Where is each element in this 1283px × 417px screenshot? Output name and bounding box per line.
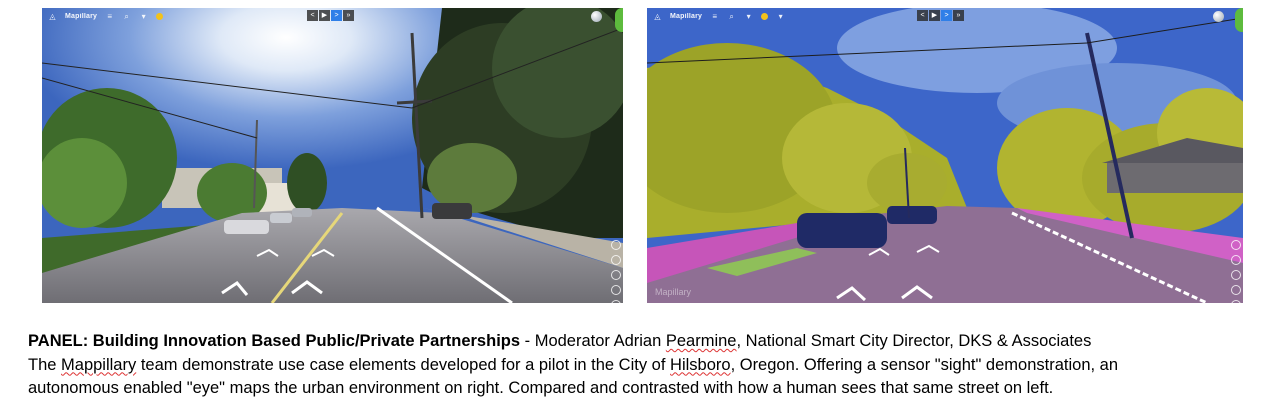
- mapillary-watermark: Mapillary: [655, 287, 692, 297]
- skip-button[interactable]: »: [953, 10, 964, 21]
- caption-text: , Oregon. Offering a sensor "sight" demo…: [730, 355, 1119, 374]
- city-name: Hilsboro: [670, 355, 731, 374]
- caption-line-1: PANEL: Building Innovation Based Public/…: [28, 330, 1278, 354]
- globe-icon[interactable]: [1213, 11, 1224, 22]
- zoom-out-icon[interactable]: [611, 255, 621, 265]
- zoom-in-icon[interactable]: [1231, 240, 1241, 250]
- panel-title: PANEL: Building Innovation Based Public/…: [28, 332, 521, 350]
- viewer-side-controls: [1231, 240, 1241, 303]
- previous-button[interactable]: <: [917, 10, 928, 21]
- brand-label: Mapillary: [670, 12, 703, 20]
- human-view-image: ◬ Mapillary ≡ ⌕ ▾ < ▶ > »: [42, 8, 623, 303]
- skip-button[interactable]: »: [343, 10, 354, 21]
- brand-label: Mapillary: [65, 12, 98, 20]
- zoom-out-icon[interactable]: [1231, 255, 1241, 265]
- play-button[interactable]: ▶: [929, 10, 940, 21]
- mapillary-logo-icon: ◬: [49, 11, 56, 21]
- search-icon[interactable]: ⌕: [122, 12, 131, 21]
- play-button[interactable]: ▶: [319, 10, 330, 21]
- menu-icon[interactable]: ≡: [105, 12, 114, 21]
- segmentation-photo: [647, 8, 1243, 303]
- globe-icon[interactable]: [591, 11, 602, 22]
- settings-icon[interactable]: [1231, 285, 1241, 295]
- menu-icon[interactable]: ≡: [710, 12, 719, 21]
- side-panel-tab[interactable]: [615, 8, 623, 32]
- viewer-side-controls: [611, 240, 621, 303]
- caption-text: The: [28, 355, 62, 374]
- caption-text: - Moderator Adrian: [520, 332, 666, 350]
- filter-icon[interactable]: ▾: [776, 12, 785, 21]
- more-icon[interactable]: [1231, 300, 1241, 303]
- caption-line-2: The Mappillary team demonstrate use case…: [28, 354, 1278, 378]
- company-name: Mappillary: [61, 355, 137, 374]
- zoom-in-icon[interactable]: [611, 240, 621, 250]
- filter-icon[interactable]: ▾: [139, 12, 148, 21]
- filter-icon[interactable]: ▾: [744, 12, 753, 21]
- share-icon[interactable]: [1231, 270, 1241, 280]
- caption-text: team demonstrate use case elements devel…: [136, 355, 671, 374]
- street-photo: [42, 8, 623, 303]
- user-avatar-icon[interactable]: [761, 12, 769, 20]
- user-avatar-icon[interactable]: [156, 12, 164, 20]
- mapillary-logo-icon: ◬: [654, 11, 661, 21]
- sequence-navigation: < ▶ > »: [307, 10, 354, 21]
- search-icon[interactable]: ⌕: [727, 12, 736, 21]
- side-panel-tab[interactable]: [1235, 8, 1243, 32]
- caption-text: , National Smart City Director, DKS & As…: [736, 332, 1092, 350]
- next-button[interactable]: >: [941, 10, 952, 21]
- segmentation-view-image: ◬ Mapillary ≡ ⌕ ▾ ▾ < ▶ > » Mapillary: [647, 8, 1243, 303]
- next-button[interactable]: >: [331, 10, 342, 21]
- more-icon[interactable]: [611, 300, 621, 303]
- moderator-surname: Pearmine: [665, 332, 737, 350]
- previous-button[interactable]: <: [307, 10, 318, 21]
- caption-line-3: autonomous enabled "eye" maps the urban …: [28, 379, 1054, 397]
- caption: PANEL: Building Innovation Based Public/…: [28, 330, 1278, 401]
- share-icon[interactable]: [611, 270, 621, 280]
- sequence-navigation: < ▶ > »: [917, 10, 964, 21]
- settings-icon[interactable]: [611, 285, 621, 295]
